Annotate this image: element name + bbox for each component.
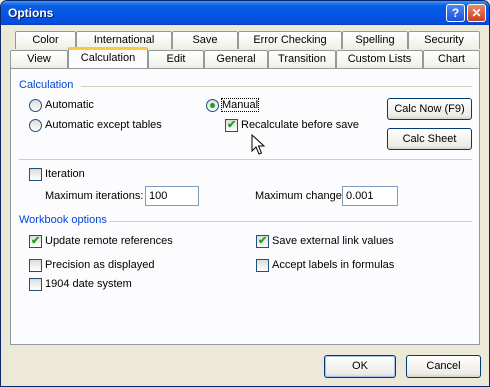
max-change-input[interactable]: 0.001 [342,186,398,206]
recalc-before-save-checkbox[interactable]: ✔ [225,119,238,132]
calc-now-button[interactable]: Calc Now (F9) [387,98,472,120]
calculation-divider [81,86,472,87]
automatic-label: Automatic [45,99,94,111]
automatic-radio[interactable] [29,99,42,112]
checkmark-icon: ✔ [258,235,268,247]
mouse-cursor-icon [251,134,265,155]
recalc-before-save-label: Recalculate before save [241,119,360,131]
iteration-label: Iteration [45,168,85,180]
max-iterations-input[interactable]: 100 [145,186,199,206]
window-title: Options [8,6,54,20]
accept-labels-checkbox[interactable] [256,259,269,272]
tab-save[interactable]: Save [172,31,238,49]
options-dialog: Options ? ✕ Color International Save Err… [0,0,490,387]
max-iterations-label: Maximum iterations: [45,190,144,202]
automatic-except-tables-label: Automatic except tables [45,119,162,131]
cancel-button[interactable]: Cancel [406,355,481,378]
automatic-except-tables-radio[interactable] [29,119,42,132]
date-1904-label: 1904 date system [45,278,132,290]
help-button[interactable]: ? [446,4,465,22]
tab-transition[interactable]: Transition [268,50,336,68]
iteration-checkbox[interactable] [29,168,42,181]
tab-error-checking[interactable]: Error Checking [238,31,342,49]
manual-radio[interactable] [206,99,219,112]
tab-security[interactable]: Security [408,31,480,49]
date-1904-checkbox[interactable] [29,278,42,291]
radio-selected-dot [210,103,215,108]
tab-chart[interactable]: Chart [423,50,480,68]
calc-sheet-button[interactable]: Calc Sheet [387,128,472,150]
calculation-group-label: Calculation [19,79,74,91]
manual-label: Manual [220,98,260,112]
ok-button[interactable]: OK [324,355,396,378]
precision-label: Precision as displayed [45,259,155,271]
tab-general[interactable]: General [204,50,268,68]
title-bar[interactable]: Options ? ✕ [1,1,489,25]
tab-custom-lists[interactable]: Custom Lists [336,50,423,68]
workbook-options-divider [109,221,472,222]
accept-labels-label: Accept labels in formulas [272,259,395,271]
update-remote-label: Update remote references [45,235,173,247]
update-remote-checkbox[interactable]: ✔ [29,235,42,248]
tab-calculation[interactable]: Calculation [68,47,148,68]
checkmark-icon: ✔ [31,235,41,247]
close-button[interactable]: ✕ [467,4,486,22]
workbook-options-group-label: Workbook options [19,214,107,226]
save-external-checkbox[interactable]: ✔ [256,235,269,248]
tab-color[interactable]: Color [15,31,76,49]
tab-view[interactable]: View [10,50,68,68]
iteration-divider [19,159,472,160]
tab-edit[interactable]: Edit [148,50,204,68]
checkmark-icon: ✔ [227,119,237,131]
max-change-label: Maximum change: [255,190,345,202]
tab-spelling[interactable]: Spelling [342,31,408,49]
precision-checkbox[interactable] [29,259,42,272]
save-external-label: Save external link values [272,235,394,247]
